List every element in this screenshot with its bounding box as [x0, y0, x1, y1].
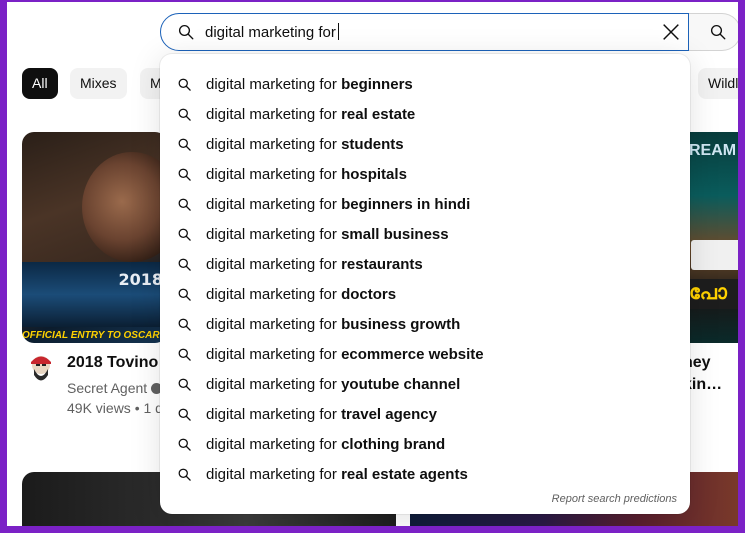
- suggestion-prefix: digital marketing for: [206, 136, 342, 153]
- channel-name[interactable]: Secret Agent: [67, 380, 147, 396]
- suggestion-text: digital marketing for travel agency: [206, 406, 437, 423]
- suggestion-item[interactable]: digital marketing for clothing brand: [160, 430, 690, 460]
- video-thumbnail-left[interactable]: 2018 OFFICIAL ENTRY TO OSCAR 2024: [22, 132, 167, 343]
- search-query-text: digital marketing for: [205, 24, 336, 41]
- text-caret: [337, 23, 339, 40]
- suggestion-prefix: digital marketing for: [206, 286, 342, 303]
- thumbnail-text: REAM: [689, 142, 737, 159]
- video-meta-left: 49K views • 1 da: [67, 400, 171, 416]
- thumbnail-year: 2018: [118, 270, 163, 289]
- thumbnail-yellow-text: പോ: [689, 282, 727, 304]
- search-icon: [178, 78, 191, 91]
- suggestion-text: digital marketing for real estate agents: [206, 466, 468, 483]
- suggestion-text: digital marketing for hospitals: [206, 166, 407, 183]
- suggestion-prefix: digital marketing for: [206, 316, 342, 333]
- suggestion-completion: doctors: [341, 286, 397, 303]
- suggestion-item[interactable]: digital marketing for students: [160, 130, 690, 160]
- suggestion-text: digital marketing for beginners in hindi: [206, 196, 470, 213]
- suggestion-completion: small business: [341, 226, 449, 243]
- search-icon: [178, 258, 191, 271]
- search-icon: [178, 24, 194, 40]
- suggestion-completion: business growth: [341, 316, 461, 333]
- search-suggestions-dropdown: Report search predictions digital market…: [160, 54, 690, 514]
- suggestion-prefix: digital marketing for: [206, 406, 342, 423]
- suggestion-text: digital marketing for youtube channel: [206, 376, 460, 393]
- search-icon: [178, 138, 191, 151]
- suggestion-prefix: digital marketing for: [206, 256, 342, 273]
- suggestion-prefix: digital marketing for: [206, 466, 342, 483]
- thumbnail-face: [82, 152, 167, 262]
- suggestion-completion: students: [341, 136, 404, 153]
- suggestion-item[interactable]: digital marketing for youtube channel: [160, 370, 690, 400]
- suggestion-item[interactable]: digital marketing for hospitals: [160, 160, 690, 190]
- suggestion-item[interactable]: digital marketing for real estate: [160, 100, 690, 130]
- search-button[interactable]: [689, 13, 738, 51]
- search-icon: [178, 198, 191, 211]
- video-channel-left[interactable]: Secret Agent: [67, 380, 163, 396]
- search-input[interactable]: digital marketing for: [205, 23, 339, 41]
- suggestion-text: digital marketing for doctors: [206, 286, 396, 303]
- suggestion-item[interactable]: digital marketing for restaurants: [160, 250, 690, 280]
- suggestion-item[interactable]: digital marketing for business growth: [160, 310, 690, 340]
- suggestion-item[interactable]: digital marketing for real estate agents: [160, 460, 690, 490]
- search-icon: [710, 24, 726, 40]
- suggestion-prefix: digital marketing for: [206, 346, 342, 363]
- suggestion-text: digital marketing for beginners: [206, 76, 413, 93]
- search-icon: [178, 108, 191, 121]
- suggestion-completion: travel agency: [341, 406, 437, 423]
- suggestion-text: digital marketing for clothing brand: [206, 436, 445, 453]
- suggestion-prefix: digital marketing for: [206, 196, 342, 213]
- search-icon: [178, 168, 191, 181]
- suggestion-text: digital marketing for real estate: [206, 106, 415, 123]
- suggestion-item[interactable]: digital marketing for travel agency: [160, 400, 690, 430]
- suggestion-text: digital marketing for students: [206, 136, 404, 153]
- channel-avatar[interactable]: [28, 353, 54, 387]
- thumbnail-caption: OFFICIAL ENTRY TO OSCAR 2024: [22, 330, 167, 341]
- chip-wildlife[interactable]: Wildl: [698, 68, 738, 99]
- suggestion-text: digital marketing for business growth: [206, 316, 460, 333]
- chip-mixes[interactable]: Mixes: [70, 68, 127, 99]
- search-icon: [178, 378, 191, 391]
- suggestion-completion: beginners in hindi: [341, 196, 471, 213]
- suggestion-item[interactable]: digital marketing for beginners: [160, 70, 690, 100]
- suggestion-completion: restaurants: [341, 256, 423, 273]
- suggestion-prefix: digital marketing for: [206, 76, 342, 93]
- suggestion-text: digital marketing for restaurants: [206, 256, 423, 273]
- suggestion-text: digital marketing for small business: [206, 226, 449, 243]
- suggestion-prefix: digital marketing for: [206, 106, 342, 123]
- suggestion-prefix: digital marketing for: [206, 376, 342, 393]
- search-icon: [178, 348, 191, 361]
- suggestion-completion: ecommerce website: [341, 346, 484, 363]
- search-icon: [178, 288, 191, 301]
- youtube-page: digital marketing for All Mixes M Wildl …: [7, 2, 738, 526]
- suggestion-prefix: digital marketing for: [206, 226, 342, 243]
- suggestion-text: digital marketing for ecommerce website: [206, 346, 484, 363]
- suggestion-completion: clothing brand: [341, 436, 446, 453]
- suggestion-completion: beginners: [341, 76, 413, 93]
- search-icon: [178, 438, 191, 451]
- suggestion-prefix: digital marketing for: [206, 166, 342, 183]
- chip-all[interactable]: All: [22, 68, 58, 99]
- video-title-left[interactable]: 2018 Tovino C: [67, 354, 174, 372]
- suggestion-item[interactable]: digital marketing for doctors: [160, 280, 690, 310]
- suggestion-completion: real estate agents: [341, 466, 468, 483]
- search-box[interactable]: digital marketing for: [160, 13, 689, 51]
- suggestion-item[interactable]: digital marketing for beginners in hindi: [160, 190, 690, 220]
- close-icon[interactable]: [660, 21, 682, 43]
- search-icon: [178, 468, 191, 481]
- suggestion-completion: real estate: [341, 106, 416, 123]
- search-icon: [178, 408, 191, 421]
- suggestion-item[interactable]: digital marketing for small business: [160, 220, 690, 250]
- suggestion-completion: hospitals: [341, 166, 407, 183]
- suggestion-prefix: digital marketing for: [206, 436, 342, 453]
- suggestion-item[interactable]: digital marketing for ecommerce website: [160, 340, 690, 370]
- search-icon: [178, 318, 191, 331]
- report-search-predictions-link[interactable]: Report search predictions: [552, 493, 677, 505]
- thumbnail-band: [691, 240, 738, 270]
- search-icon: [178, 228, 191, 241]
- suggestion-completion: youtube channel: [341, 376, 461, 393]
